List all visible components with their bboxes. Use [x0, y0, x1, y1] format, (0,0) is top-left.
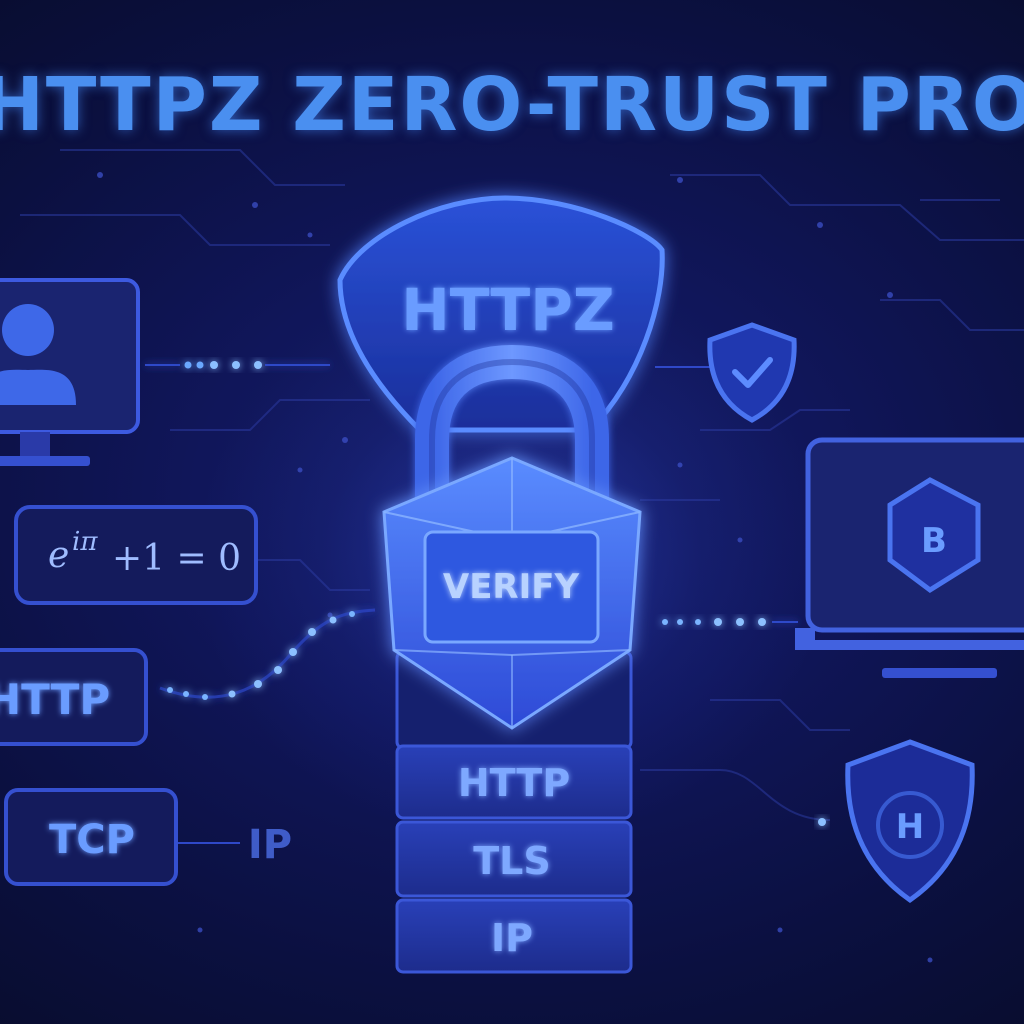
ip-side-label: IP — [248, 822, 292, 868]
equation-base: e — [48, 535, 69, 576]
protocol-diagram: HTTPZ ZERO-TRUST PROTOCOL HTTPZ VERIFY H… — [0, 0, 1024, 1024]
stack-label-ip: IP — [491, 916, 533, 960]
http-left-label: HTTP — [0, 675, 110, 724]
laptop-badge-letter: B — [921, 521, 947, 561]
equation-rest: +1 = 0 — [112, 538, 241, 579]
shield-h-letter: H — [896, 807, 924, 847]
equation-exponent: iπ — [72, 527, 98, 557]
lock-label: VERIFY — [443, 567, 580, 607]
tcp-label: TCP — [49, 817, 135, 863]
stack-label-tls: TLS — [473, 839, 551, 883]
stack-label-http: HTTP — [458, 761, 570, 805]
diagram-labels: HTTPZ VERIFY HTTP TLS IP e iπ +1 = 0 HTT… — [0, 276, 947, 960]
shield-label: HTTPZ — [401, 276, 615, 344]
